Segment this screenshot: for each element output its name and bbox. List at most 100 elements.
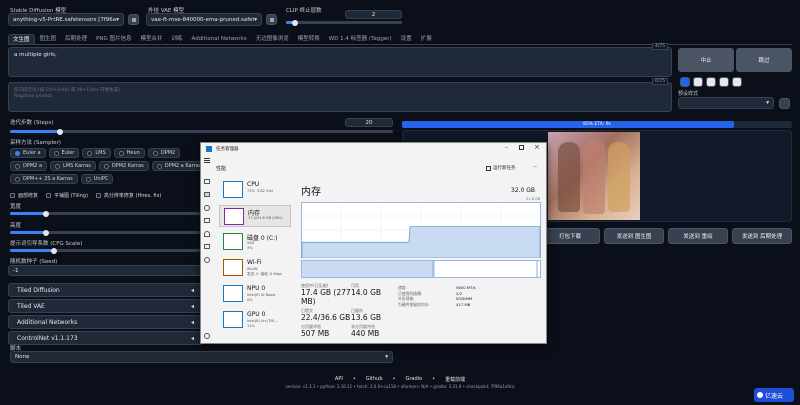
steps-slider[interactable] bbox=[10, 128, 393, 135]
resource-detail: 73% 3.82 GHz bbox=[247, 189, 274, 193]
processes-icon[interactable] bbox=[204, 179, 210, 184]
sampler-option[interactable]: DPM++ 2S a Karras bbox=[10, 174, 78, 184]
prompt-textarea[interactable]: a multiple girls, bbox=[8, 47, 672, 77]
clip-input[interactable]: 2 bbox=[345, 10, 402, 19]
output-action-button[interactable]: 打包下载 bbox=[540, 228, 600, 244]
apply-style-button[interactable] bbox=[719, 77, 729, 87]
performance-icon[interactable] bbox=[204, 192, 210, 197]
accordion-header[interactable]: Tiled Diffusion ◂ bbox=[8, 283, 203, 297]
tab-3[interactable]: PNG 图片信息 bbox=[92, 34, 135, 44]
sampler-option[interactable]: DPM2 Karras bbox=[98, 161, 149, 171]
option-checkbox[interactable]: 平铺图 (Tiling) bbox=[46, 192, 88, 199]
clip-slider-knob[interactable] bbox=[292, 19, 299, 26]
extra-networks-button[interactable] bbox=[706, 77, 716, 87]
hamburger-icon[interactable] bbox=[204, 158, 210, 159]
option-checkbox[interactable]: 高分辨率修复 (Hires. fix) bbox=[95, 192, 161, 199]
resource-item[interactable]: 磁盘 0 (C:) SSD 3% bbox=[219, 231, 291, 253]
clip-slider[interactable] bbox=[286, 19, 402, 26]
accordion-title: Additional Networks bbox=[17, 318, 78, 326]
sampler-option[interactable]: Heun bbox=[113, 148, 145, 158]
tab-8[interactable]: 模型转换 bbox=[294, 34, 324, 44]
width-slider-knob[interactable] bbox=[43, 210, 50, 217]
minimize-icon[interactable]: – bbox=[505, 144, 508, 151]
save-style-button[interactable] bbox=[732, 77, 742, 87]
tab-10[interactable]: 设置 bbox=[397, 34, 416, 44]
tab-0[interactable]: 文生图 bbox=[8, 34, 35, 44]
run-new-task-button[interactable]: 运行新任务 bbox=[486, 165, 516, 171]
resource-item[interactable]: GPU 0 Intel(R) Arc(TM)... 11% bbox=[219, 309, 291, 331]
maximize-icon[interactable] bbox=[519, 145, 524, 150]
chevron-down-icon: ▾ bbox=[385, 354, 388, 360]
tab-4[interactable]: 模型合并 bbox=[137, 34, 167, 44]
sd-model-select[interactable]: anything-v5-PrtRE.safetensors [7f96a1a9c… bbox=[8, 13, 124, 26]
tab-7[interactable]: 无边图像浏览 bbox=[252, 34, 293, 44]
tab-6[interactable]: Additional Networks bbox=[188, 34, 251, 44]
more-options-icon[interactable]: ⋯ bbox=[533, 164, 538, 170]
resource-item[interactable]: CPU 73% 3.82 GHz bbox=[219, 179, 291, 201]
steps-slider-knob[interactable] bbox=[56, 128, 63, 135]
details-icon[interactable] bbox=[204, 244, 210, 249]
footer-link[interactable]: Gradio bbox=[405, 376, 422, 383]
figure-shape-middle bbox=[583, 140, 605, 214]
output-action-button[interactable]: 发送到 重绘 bbox=[668, 228, 728, 244]
output-action-button[interactable]: 发送到 图生图 bbox=[604, 228, 664, 244]
tab-5[interactable]: 训练 bbox=[168, 34, 187, 44]
startup-icon[interactable] bbox=[204, 218, 210, 223]
history-icon[interactable] bbox=[204, 205, 210, 211]
read-params-button[interactable] bbox=[680, 77, 690, 87]
task-manager-window: 任务管理器 – × 性能 运行新任务 ⋯ CPU 73% 3.82 GHz 内存 17… bbox=[200, 142, 547, 344]
sampler-option[interactable]: Euler bbox=[48, 148, 80, 158]
resource-item[interactable]: Wi-Fi WLAN 发送: 0 接收: 0 Kbps bbox=[219, 257, 291, 279]
negative-prompt-textarea[interactable]: 反向提示词 (按 Ctrl+Enter 或 Alt+Enter 开始生成) Ne… bbox=[8, 82, 672, 112]
memory-stat: 使用中(已压缩) 17.4 GB (277 MB) bbox=[301, 283, 351, 306]
sampler-option[interactable]: DPM2 bbox=[147, 148, 181, 158]
sampler-option[interactable]: UniPC bbox=[80, 174, 114, 184]
height-slider-knob[interactable] bbox=[43, 229, 50, 236]
extension-accordions: Tiled Diffusion ◂ Tiled VAE ◂ Additional Net… bbox=[8, 283, 203, 345]
refresh-styles-button[interactable] bbox=[779, 98, 790, 109]
vae-select[interactable]: vae-ft-mse-840000-ema-pruned.safetensors… bbox=[146, 13, 262, 26]
sampler-option[interactable]: LMS bbox=[82, 148, 111, 158]
sampler-option[interactable]: LMS Karras bbox=[50, 161, 96, 171]
refresh-button[interactable] bbox=[128, 14, 139, 25]
checkbox-box[interactable] bbox=[95, 193, 101, 198]
tab-1[interactable]: 图生图 bbox=[36, 34, 61, 44]
sampler-option[interactable]: Euler a bbox=[10, 148, 46, 158]
tab-9[interactable]: WD 1.4 标签器 (Tagger) bbox=[325, 34, 396, 44]
settings-gear-icon[interactable] bbox=[204, 333, 210, 339]
footer-link[interactable]: 重载前端 bbox=[445, 376, 465, 383]
tab-11[interactable]: 扩展 bbox=[417, 34, 436, 44]
accordion-header[interactable]: Additional Networks ◂ bbox=[8, 315, 203, 329]
cfg-slider[interactable] bbox=[10, 247, 200, 254]
accordion-header[interactable]: ControlNet v1.1.173 ◂ bbox=[8, 331, 203, 345]
cfg-slider-knob[interactable] bbox=[50, 247, 57, 254]
skip-button[interactable]: 跳过 bbox=[736, 48, 792, 72]
steps-input[interactable]: 20 bbox=[345, 118, 393, 127]
height-slider[interactable] bbox=[10, 229, 200, 236]
checkbox-box[interactable] bbox=[10, 193, 15, 198]
generated-image-preview[interactable] bbox=[548, 132, 640, 220]
services-icon[interactable] bbox=[204, 257, 210, 263]
styles-select[interactable]: ▾ bbox=[678, 97, 774, 109]
option-checkbox[interactable]: 面部修复 bbox=[10, 192, 38, 199]
resource-item[interactable]: 内存 17.4/31.6 GB (56%) bbox=[219, 205, 291, 227]
interrupt-button[interactable]: 中止 bbox=[678, 48, 734, 72]
resource-item[interactable]: NPU 0 Intel(R) AI Boost 0% bbox=[219, 283, 291, 305]
users-icon[interactable] bbox=[204, 231, 210, 237]
trash-button[interactable] bbox=[693, 77, 703, 87]
width-slider[interactable] bbox=[10, 210, 200, 217]
tab-2[interactable]: 后期处理 bbox=[61, 34, 91, 44]
footer-link[interactable]: Github bbox=[366, 376, 383, 383]
seed-input[interactable]: -1 bbox=[8, 265, 203, 276]
cloud-icon bbox=[757, 392, 763, 398]
script-select[interactable]: None ▾ bbox=[10, 351, 393, 363]
sampler-option[interactable]: DPM2 a Karras bbox=[151, 161, 207, 171]
refresh-vae-button[interactable] bbox=[266, 14, 277, 25]
output-action-button[interactable]: 发送到 后期处理 bbox=[732, 228, 792, 244]
close-icon[interactable]: × bbox=[534, 143, 540, 151]
resource-name: NPU 0 bbox=[247, 285, 266, 292]
checkbox-box[interactable] bbox=[46, 193, 52, 198]
sampler-option[interactable]: DPM2 a bbox=[10, 161, 48, 171]
footer-link[interactable]: API bbox=[335, 376, 343, 383]
accordion-header[interactable]: Tiled VAE ◂ bbox=[8, 299, 203, 313]
